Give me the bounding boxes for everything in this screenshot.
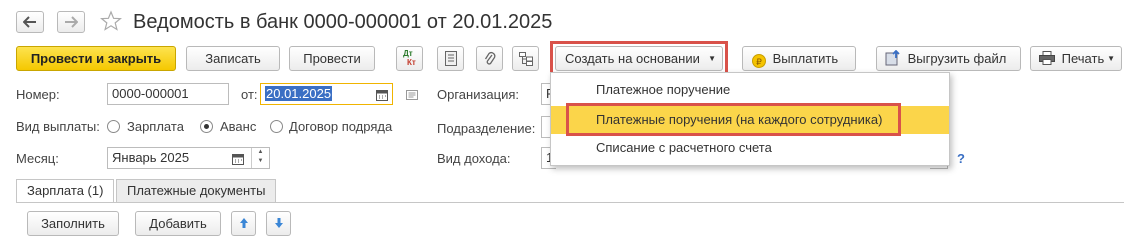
radio-advance[interactable] — [200, 120, 213, 133]
menu-item-payment-order[interactable]: Платежное поручение — [551, 76, 949, 104]
comment-icon[interactable] — [406, 88, 418, 103]
move-up-button[interactable] — [231, 211, 256, 236]
tab-divider — [16, 202, 1124, 203]
month-field[interactable]: Январь 2025 ▲ ▼ — [107, 147, 270, 169]
number-field[interactable]: 0000-000001 — [107, 83, 229, 105]
calendar-icon[interactable] — [232, 151, 244, 168]
income-type-label: Вид дохода: — [437, 151, 511, 166]
payout-type-label: Вид выплаты: — [16, 119, 100, 134]
print-button[interactable]: Печать ▼ — [1030, 46, 1122, 71]
arrow-left-icon — [22, 16, 36, 28]
pay-button[interactable]: ₽ Выплатить — [742, 46, 856, 71]
date-field[interactable]: 20.01.2025 — [260, 83, 393, 105]
annotation-frame-create-based — [550, 41, 728, 75]
add-button[interactable]: Добавить — [135, 211, 221, 236]
structure-button[interactable] — [512, 46, 539, 71]
radio-contract-label[interactable]: Договор подряда — [289, 119, 392, 134]
radio-salary-label[interactable]: Зарплата — [127, 119, 184, 134]
organization-label: Организация: — [437, 87, 520, 102]
caret-down-icon: ▼ — [1107, 54, 1115, 63]
document-list-icon — [444, 51, 457, 66]
arrow-down-icon — [274, 218, 283, 228]
help-icon[interactable]: ? — [957, 151, 965, 166]
save-button[interactable]: Записать — [186, 46, 280, 71]
dt-kt-button[interactable]: Дт Кт — [396, 46, 423, 71]
radio-contract[interactable] — [270, 120, 283, 133]
radio-advance-label[interactable]: Аванс — [220, 119, 256, 134]
move-down-button[interactable] — [266, 211, 291, 236]
annotation-frame-menu-item — [566, 103, 901, 136]
printer-icon — [1039, 51, 1055, 65]
attach-button[interactable] — [476, 46, 503, 71]
coin-icon: ₽ — [752, 54, 766, 68]
arrow-right-icon — [65, 16, 79, 28]
tab-payment-documents[interactable]: Платежные документы — [116, 179, 277, 203]
back-button[interactable] — [16, 11, 44, 33]
number-label: Номер: — [16, 87, 60, 102]
post-button[interactable]: Провести — [289, 46, 375, 71]
radio-salary[interactable] — [107, 120, 120, 133]
month-label: Месяц: — [16, 151, 59, 166]
star-icon[interactable] — [100, 10, 122, 35]
date-from-label: от: — [241, 87, 258, 102]
arrow-up-icon — [239, 218, 248, 228]
report-button[interactable] — [437, 46, 464, 71]
menu-item-bank-write-off[interactable]: Списание с расчетного счета — [551, 134, 949, 162]
dt-kt-icon: Дт Кт — [403, 49, 416, 67]
tab-salary[interactable]: Зарплата (1) — [16, 179, 115, 203]
paperclip-icon — [484, 52, 495, 65]
hierarchy-icon — [518, 52, 533, 66]
fill-button[interactable]: Заполнить — [27, 211, 119, 236]
page-title: Ведомость в банк 0000-000001 от 20.01.20… — [133, 11, 553, 33]
forward-button[interactable] — [57, 11, 85, 33]
export-file-button[interactable]: Выгрузить файл — [876, 46, 1021, 71]
calendar-icon[interactable] — [376, 87, 388, 104]
post-and-close-button[interactable]: Провести и закрыть — [16, 46, 176, 71]
subdivision-label: Подразделение: — [437, 121, 536, 136]
upload-file-icon — [885, 49, 900, 66]
stepper-icon[interactable]: ▲ ▼ — [251, 148, 269, 168]
